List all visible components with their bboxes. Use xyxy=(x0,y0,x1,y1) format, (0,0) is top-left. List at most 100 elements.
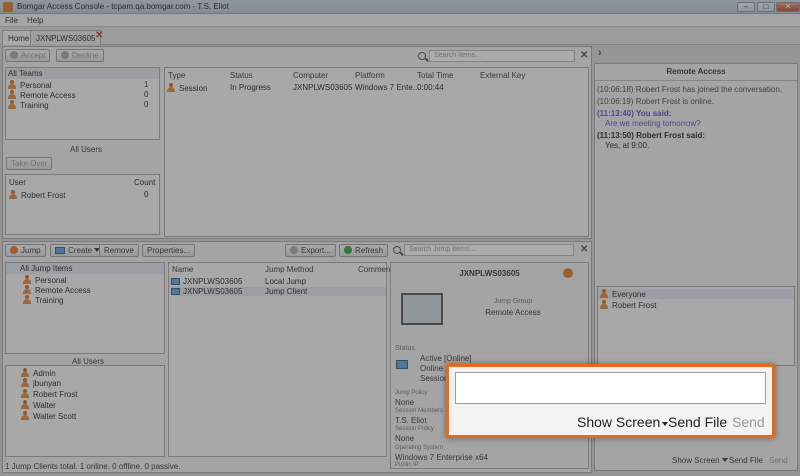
accept-button[interactable]: Accept xyxy=(5,49,51,62)
menu-file[interactable]: File xyxy=(5,16,18,25)
tab-bar: Home JXNPLWS03605 ✕ xyxy=(0,28,800,45)
close-window-button[interactable]: ✕ xyxy=(776,2,800,12)
col-total-time[interactable]: Total Time xyxy=(417,71,453,80)
show-screen-button[interactable]: Show Screen xyxy=(672,456,728,465)
jump-user-walter[interactable]: Walter xyxy=(21,400,56,410)
jump-item-name: JXNPLWS03605 xyxy=(183,287,243,296)
col-type[interactable]: Type xyxy=(168,71,185,80)
table-row[interactable]: JXNPLWS03605 Local Jump xyxy=(171,277,386,286)
users-col-user[interactable]: User xyxy=(9,178,26,187)
callout-send-button[interactable]: Send xyxy=(732,414,765,430)
properties-button[interactable]: Properties... xyxy=(142,244,196,257)
status-label: Status xyxy=(395,345,415,352)
team-count: 0 xyxy=(144,100,149,109)
jump-groups-header[interactable]: All Jump Items xyxy=(6,263,164,274)
queue-users-list: User Count Robert Frost 0 xyxy=(5,174,160,235)
collapse-chevron-icon[interactable]: › xyxy=(598,47,602,59)
send-file-button[interactable]: Send File xyxy=(729,456,763,465)
col-status[interactable]: Status xyxy=(230,71,253,80)
col-platform[interactable]: Platform xyxy=(355,71,385,80)
menu-bar: File Help xyxy=(0,14,800,27)
session-status: In Progress xyxy=(230,83,271,92)
clear-search-icon[interactable]: ✕ xyxy=(580,51,588,61)
jump-group-personal[interactable]: Personal xyxy=(23,275,67,285)
export-button[interactable]: Export... xyxy=(285,244,336,257)
minimize-button[interactable]: – xyxy=(737,2,755,12)
chat-message: (11:13:40) You said: xyxy=(597,109,672,118)
all-users-label: All Users xyxy=(70,145,103,154)
details-title: JXNPLWS03605 xyxy=(459,269,520,278)
recipient-robert-frost[interactable]: Robert Frost xyxy=(600,300,656,310)
computer-icon xyxy=(171,288,180,295)
jump-policy-value: None xyxy=(395,398,415,407)
jump-item-name: JXNPLWS03605 xyxy=(183,277,243,286)
monitor-icon xyxy=(55,247,65,254)
team-item-remote-access[interactable]: Remote Access xyxy=(8,90,76,100)
maximize-button[interactable]: □ xyxy=(757,2,775,12)
decline-button[interactable]: Decline xyxy=(56,49,104,62)
send-button[interactable]: Send xyxy=(769,456,788,465)
table-row[interactable]: JXNPLWS03605 Jump Client xyxy=(171,287,386,296)
jump-user-admin[interactable]: Admin xyxy=(21,368,56,378)
jump-items-table: Name Jump Method Comment JXNPLWS03605 Lo… xyxy=(168,262,393,457)
jump-group-training[interactable]: Training xyxy=(23,295,64,305)
create-button[interactable]: Create xyxy=(50,244,106,257)
col-external-key[interactable]: External Key xyxy=(480,71,525,80)
jump-play-icon[interactable] xyxy=(563,268,573,278)
tab-session[interactable]: JXNPLWS03605 xyxy=(30,30,102,45)
decline-label: Decline xyxy=(72,51,99,60)
recipient-everyone[interactable]: Everyone xyxy=(598,289,794,299)
jump-group-remote-access[interactable]: Remote Access xyxy=(23,285,91,295)
os-label: Operating System xyxy=(395,445,444,451)
session-platform: Windows 7 Ente... xyxy=(355,83,420,92)
jump-user-walter-scott[interactable]: Walter Scott xyxy=(21,411,76,421)
group-icon xyxy=(23,275,31,284)
col-computer[interactable]: Computer xyxy=(293,71,328,80)
session-members-value: T.S. Eliot xyxy=(395,416,427,425)
take-over-button[interactable]: Take Over xyxy=(6,157,53,170)
group-icon xyxy=(23,295,31,304)
team-count: 1 xyxy=(144,80,149,89)
remove-button[interactable]: Remove xyxy=(99,244,139,257)
users-col-count[interactable]: Count xyxy=(134,178,155,187)
clear-search-icon[interactable]: ✕ xyxy=(580,245,588,255)
user-row-robert-frost[interactable]: Robert Frost xyxy=(9,190,65,200)
col-name[interactable]: Name xyxy=(172,265,193,274)
user-icon xyxy=(21,378,29,387)
status-monitor-icon xyxy=(396,360,408,369)
chat-message: (10:06:18) Robert Frost has joined the c… xyxy=(597,85,782,94)
callout-show-screen-button[interactable]: Show Screen xyxy=(577,414,669,430)
team-item-training[interactable]: Training xyxy=(8,100,49,110)
jump-status-footer: 1 Jump Clients total. 1 online. 0 offlin… xyxy=(5,462,181,471)
table-row[interactable]: Session In Progress JXNPLWS03605 Windows… xyxy=(167,83,588,94)
window-title: Bomgar Access Console - tcpam.qa.bomgar.… xyxy=(17,2,229,11)
teams-header[interactable]: All Teams xyxy=(6,68,159,79)
col-jump-method[interactable]: Jump Method xyxy=(265,265,313,274)
team-item-personal[interactable]: Personal xyxy=(8,80,52,90)
chat-header: Remote Access xyxy=(595,67,797,81)
jump-button[interactable]: Jump xyxy=(5,244,46,257)
status-line-1: Active [Online] xyxy=(420,354,472,363)
close-tab-icon[interactable]: ✕ xyxy=(95,31,103,41)
computer-screenshot xyxy=(401,293,443,325)
session-computer: JXNPLWS03605 xyxy=(293,83,353,92)
chat-message-input[interactable] xyxy=(455,372,766,404)
queue-search-input[interactable]: Search Items... xyxy=(429,50,575,62)
session-type: Session xyxy=(167,83,207,93)
menu-help[interactable]: Help xyxy=(27,16,43,25)
callout-send-file-button[interactable]: Send File xyxy=(668,414,727,430)
col-comment[interactable]: Comment xyxy=(358,265,393,274)
jump-group-label: Jump Group xyxy=(493,298,533,305)
team-icon xyxy=(8,90,16,99)
jump-user-jbunyan[interactable]: jbunyan xyxy=(21,378,61,388)
team-icon xyxy=(8,80,16,89)
jump-search-input[interactable]: Search Jump Items... xyxy=(404,244,574,256)
play-icon xyxy=(10,246,18,254)
refresh-button[interactable]: Refresh xyxy=(339,244,389,257)
user-icon xyxy=(21,411,29,420)
jump-user-robert-frost[interactable]: Robert Frost xyxy=(21,389,77,399)
user-count: 0 xyxy=(144,190,149,199)
jump-group-value: Remote Access xyxy=(485,308,541,317)
jump-item-method: Local Jump xyxy=(265,277,306,286)
user-icon xyxy=(21,368,29,377)
